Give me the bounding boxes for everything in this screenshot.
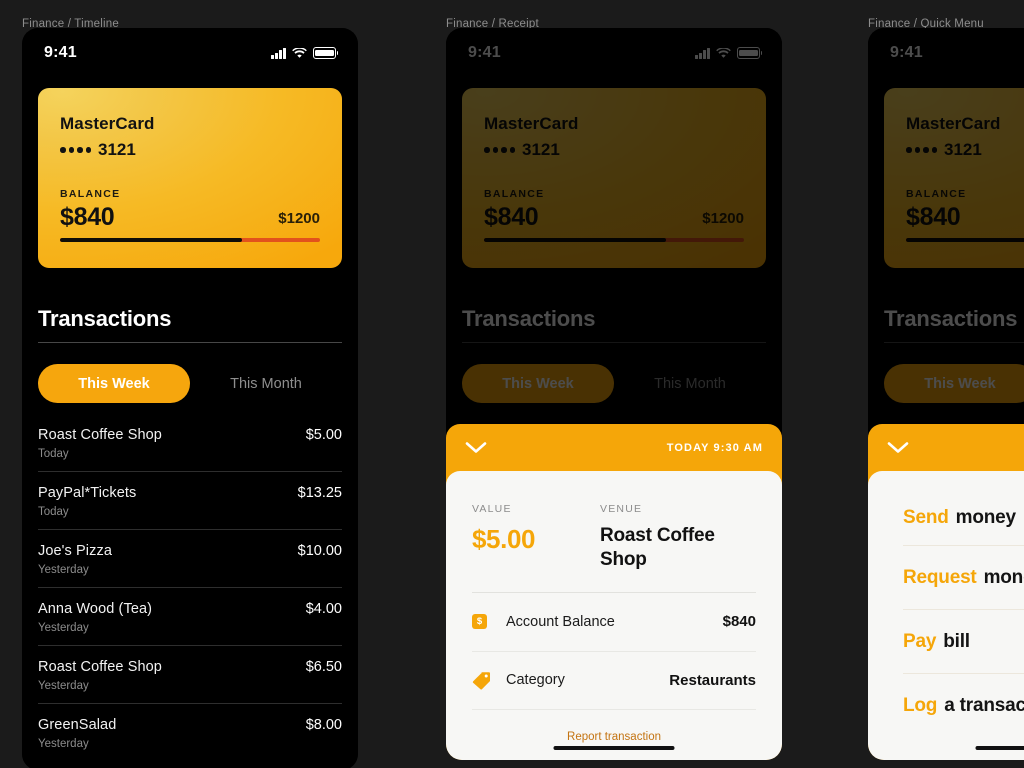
quick-menu-item-rest: money [955,507,1016,528]
receipt-row-account-balance[interactable]: $ Account Balance $840 [472,593,756,651]
tag-icon [472,671,506,690]
card-last4: 3121 [98,140,136,159]
transaction-amount: $10.00 [297,543,342,559]
quick-menu-item[interactable]: Log a transaction [903,673,1024,737]
transaction-date: Yesterday [38,564,89,576]
transaction-date: Yesterday [38,738,89,750]
card-brand: MasterCard [60,114,155,133]
card-number: 3121 [60,140,320,160]
card-progress-bar [60,238,320,242]
transaction-date: Yesterday [38,622,89,634]
transaction-name: PayPal*Tickets [38,485,137,501]
home-indicator [975,745,1024,750]
transaction-row[interactable]: PayPal*Tickets Today $13.25 [38,471,342,529]
transactions-list: Roast Coffee Shop Today $5.00 PayPal*Ticket… [38,414,342,768]
transaction-row[interactable]: GreenSalad Yesterday $8.00 [38,703,342,761]
screenshot-canvas: Finance / Timeline 9:41 MasterCard 3121 … [0,0,1024,768]
tab-this-month[interactable]: This Month [190,364,342,403]
transaction-row[interactable]: Roast Coffee Shop Yesterday $6.50 [38,645,342,703]
status-icons [271,47,339,59]
receipt-value-col: VALUE $5.00 [472,503,600,572]
receipt-venue: Roast Coffee Shop [600,525,715,570]
transaction-name: Roast Coffee Shop [38,427,162,443]
receipt-row-label: Account Balance [506,613,615,630]
transaction-amount: $8.00 [305,717,342,733]
transactions-title: Transactions [38,306,172,331]
transaction-name: Roast Coffee Shop [38,659,162,675]
receipt-venue-label: VENUE [600,503,643,515]
receipt-row-value: $840 [722,613,756,630]
card-limit-value: $1200 [278,210,320,227]
receipt-row-category[interactable]: Category Restaurants [472,650,756,709]
transaction-date: Today [38,448,69,460]
quick-menu-item-rest: money [983,566,1024,588]
transaction-amount: $13.25 [297,485,342,501]
quick-menu-item-accent: Send [903,507,949,528]
home-indicator [553,745,675,750]
chevron-down-icon[interactable] [887,441,909,454]
phone-quick-menu: 9:41 MasterCard 3121 BALANCE [868,28,1024,760]
transactions-tabs: This Week This Month [38,364,342,403]
phone-receipt: 9:41 MasterCard 3121 BALANCE [446,28,782,760]
chevron-down-icon[interactable] [465,441,487,454]
screen-timeline: 9:41 MasterCard 3121 BALANCE $840 $1200 … [22,28,358,768]
quick-menu-list: Send money Request money Paybill Log a transac… [868,471,1024,760]
receipt-row-label: Category [506,672,565,688]
phone-timeline: 9:41 MasterCard 3121 BALANCE $840 $1200 … [22,28,358,768]
transaction-date: Yesterday [38,680,89,692]
transaction-row[interactable]: Roast Coffee Shop Today $5.00 [38,414,342,471]
receipt-venue-col: VENUE Roast Coffee Shop [600,503,756,572]
transactions-header: Transactions [38,306,342,343]
transaction-date: Today [38,506,69,518]
transaction-amount: $4.00 [305,601,342,617]
status-bar: 9:41 [22,28,358,78]
transaction-name: Anna Wood (Tea) [38,601,153,617]
receipt-sheet: TODAY 9:30 AM VALUE $5.00 VENUE Roast Co… [446,424,782,760]
wifi-icon [292,47,307,59]
status-time: 9:41 [44,44,77,61]
quick-menu-item-accent: Log [903,694,938,716]
quick-menu-item-rest: bill [943,630,970,652]
receipt-footer: Report transaction [472,708,756,745]
signal-bars-icon [271,47,286,59]
receipt-sheet-header: TODAY 9:30 AM [446,424,782,471]
card-mask-dots-icon [60,147,91,153]
receipt-summary: VALUE $5.00 VENUE Roast Coffee Shop [472,471,756,592]
quick-menu-sheet: Send money Request money Paybill Log a transac… [868,424,1024,760]
balance-card[interactable]: MasterCard 3121 BALANCE $840 $1200 [38,88,342,268]
quick-menu-item[interactable]: Send money [903,471,1024,545]
quick-menu-item-accent: Request [903,566,977,588]
screen-quick-menu: 9:41 MasterCard 3121 BALANCE [868,28,1024,760]
transactions-divider [38,342,342,343]
card-balance-value: $840 [60,203,115,231]
transaction-row[interactable]: Anna Wood (Tea) Yesterday $4.00 [38,587,342,645]
battery-icon [313,47,339,59]
quick-menu-item-accent: Pay [903,630,937,652]
tab-this-week[interactable]: This Week [38,364,190,403]
receipt-detail-rows: $ Account Balance $840 Category Restaura… [472,591,756,709]
quick-menu-item-rest: a transaction [944,694,1024,716]
quick-menu-item[interactable]: Pay bill [903,609,1024,673]
transaction-amount: $6.50 [305,659,342,675]
balance-card-wrapper: MasterCard 3121 BALANCE $840 $1200 [38,88,342,268]
receipt-row-value: Restaurants [669,671,756,689]
transaction-row[interactable]: Joe's Pizza Yesterday $10.00 [38,529,342,587]
card-balance-label: BALANCE [60,188,121,200]
receipt-value: $5.00 [472,524,536,554]
report-transaction-link[interactable]: Report transaction [567,731,661,743]
dollar-badge-icon: $ [472,614,506,629]
receipt-body: VALUE $5.00 VENUE Roast Coffee Shop $ Ac… [446,471,782,760]
receipt-timestamp: TODAY 9:30 AM [666,441,763,454]
screen-receipt: 9:41 MasterCard 3121 BALANCE [446,28,782,760]
transaction-name: GreenSalad [38,717,117,733]
transaction-name: Joe's Pizza [38,543,112,559]
transaction-amount: $5.00 [305,427,342,443]
quick-menu-header [868,424,1024,471]
receipt-value-label: VALUE [472,503,512,515]
quick-menu-item[interactable]: Request money [903,545,1024,609]
